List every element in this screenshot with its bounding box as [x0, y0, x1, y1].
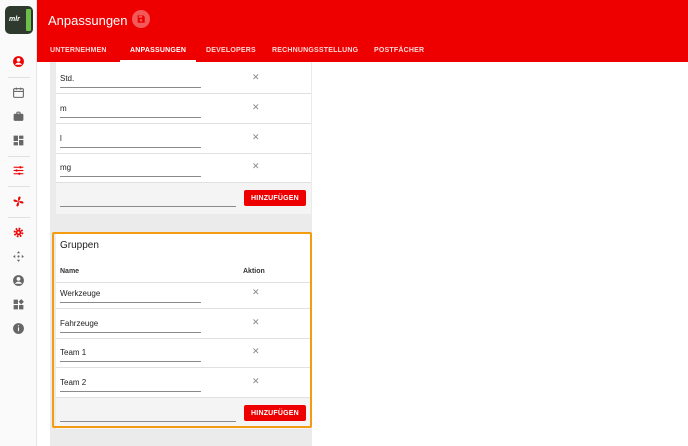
delete-icon[interactable]: ✕: [252, 132, 260, 143]
table-row: l ✕: [56, 124, 311, 154]
group-name-input[interactable]: Team 2: [60, 376, 201, 392]
tab-unternehmen[interactable]: UNTERNEHMEN: [50, 47, 107, 54]
column-header-action: Aktion: [243, 268, 265, 275]
sidebar-divider: [8, 156, 30, 157]
tab-rechnungsstellung[interactable]: RECHNUNGSSTELLUNG: [272, 47, 358, 54]
move-icon[interactable]: [12, 250, 25, 263]
logo-strip: [26, 9, 31, 31]
table-row: Fahrzeuge ✕: [56, 309, 311, 339]
logo[interactable]: mlr: [5, 6, 33, 34]
table-row: m ✕: [56, 94, 311, 124]
table-row: Team 2 ✕: [56, 368, 311, 398]
account-icon[interactable]: [12, 274, 25, 287]
delete-icon[interactable]: ✕: [252, 72, 260, 83]
fan-icon[interactable]: [12, 195, 25, 208]
new-unit-input[interactable]: [60, 191, 236, 207]
app-window: mlr Anpassungen UNTERNEHMEN ANPASSUNGEN …: [0, 0, 688, 446]
group-name-input[interactable]: Team 1: [60, 346, 201, 362]
main-content: Std. ✕ m ✕ l ✕ mg ✕ HINZUFÜGEN Gruppen N…: [37, 62, 688, 446]
groups-title: Gruppen: [60, 240, 99, 251]
sliders-icon[interactable]: [12, 164, 25, 177]
briefcase-icon[interactable]: [12, 110, 25, 123]
calendar-icon[interactable]: [12, 86, 25, 99]
dashboard-icon[interactable]: [12, 134, 25, 147]
table-row: Std. ✕: [56, 64, 311, 94]
user-icon[interactable]: [12, 55, 25, 68]
table-row: mg ✕: [56, 153, 311, 183]
tab-bar: UNTERNEHMEN ANPASSUNGEN DEVELOPERS RECHN…: [37, 40, 688, 62]
table-row: Werkzeuge ✕: [56, 279, 311, 309]
delete-icon[interactable]: ✕: [252, 346, 260, 357]
units-card: Std. ✕ m ✕ l ✕ mg ✕ HINZUFÜGEN: [56, 62, 311, 214]
save-icon: [137, 15, 145, 23]
delete-icon[interactable]: ✕: [252, 317, 260, 328]
add-group-button[interactable]: HINZUFÜGEN: [244, 405, 306, 421]
group-name-input[interactable]: Fahrzeuge: [60, 317, 201, 333]
sidebar: mlr: [0, 0, 37, 446]
sidebar-divider: [8, 186, 30, 187]
unit-name-input[interactable]: mg: [60, 161, 201, 177]
tab-anpassungen[interactable]: ANPASSUNGEN: [130, 47, 186, 54]
unit-name-input[interactable]: Std.: [60, 72, 201, 88]
add-unit-button[interactable]: HINZUFÜGEN: [244, 190, 306, 206]
groups-card: Gruppen Name Aktion Werkzeuge ✕ Fahrzeug…: [56, 234, 311, 429]
sidebar-divider: [8, 217, 30, 218]
new-group-input[interactable]: [60, 406, 236, 422]
page-title: Anpassungen: [48, 13, 128, 28]
tab-developers[interactable]: DEVELOPERS: [206, 47, 256, 54]
unit-name-input[interactable]: m: [60, 102, 201, 118]
add-unit-row: HINZUFÜGEN: [56, 183, 311, 214]
table-row: Team 1 ✕: [56, 338, 311, 368]
delete-icon[interactable]: ✕: [252, 161, 260, 172]
info-icon[interactable]: [12, 322, 25, 335]
widgets-icon[interactable]: [12, 298, 25, 311]
app-header: Anpassungen UNTERNEHMEN ANPASSUNGEN DEVE…: [37, 0, 688, 62]
save-button[interactable]: [132, 10, 150, 28]
group-name-input[interactable]: Werkzeuge: [60, 287, 201, 303]
delete-icon[interactable]: ✕: [252, 287, 260, 298]
delete-icon[interactable]: ✕: [252, 376, 260, 387]
gear-icon[interactable]: [12, 226, 25, 239]
sidebar-divider: [8, 77, 30, 78]
unit-name-input[interactable]: l: [60, 132, 201, 148]
delete-icon[interactable]: ✕: [252, 102, 260, 113]
logo-text: mlr: [9, 16, 20, 23]
column-header-name: Name: [60, 268, 80, 275]
tab-postfaecher[interactable]: POSTFÄCHER: [374, 47, 424, 54]
add-group-row: HINZUFÜGEN: [56, 398, 311, 429]
